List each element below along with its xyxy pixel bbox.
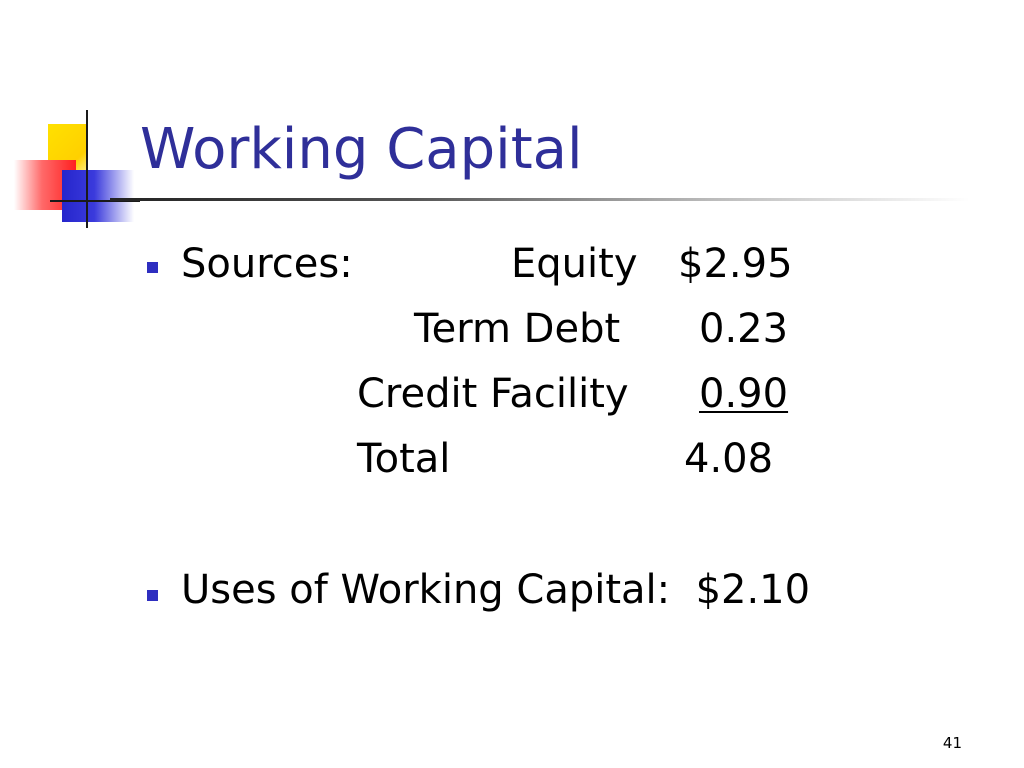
- uses-of-working-capital-text: Uses of Working Capital: $2.10: [181, 567, 811, 613]
- bullet-uses: [147, 590, 158, 601]
- corner-logo-graphic: [0, 100, 150, 240]
- sources-row-term-debt-label: Term Debt: [414, 306, 621, 352]
- title-underline-rule: [110, 198, 970, 201]
- sources-row-total-value: 4.08: [684, 436, 774, 482]
- sources-row-term-debt-value: 0.23: [699, 306, 789, 352]
- sources-row-credit-facility-value: 0.90: [699, 371, 789, 417]
- sources-row-equity-value: $2.95: [678, 241, 793, 287]
- sources-row-credit-facility-label: Credit Facility: [357, 371, 629, 417]
- sources-row-total-label: Total: [357, 436, 451, 482]
- slide: Working Capital Sources: Equity $2.95 Te…: [0, 0, 1024, 768]
- bullet-sources: [147, 262, 158, 273]
- page-number: 41: [942, 734, 962, 752]
- blue-square-shape: [62, 170, 134, 222]
- slide-title: Working Capital: [140, 117, 583, 182]
- sources-row-equity-label: Equity: [511, 241, 638, 287]
- vertical-line-shape: [86, 110, 88, 228]
- sources-label: Sources:: [181, 241, 353, 287]
